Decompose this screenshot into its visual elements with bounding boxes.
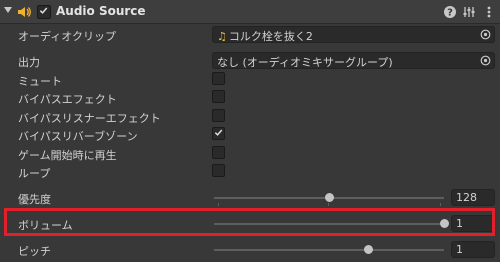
bypass-effects-checkbox[interactable] bbox=[212, 90, 225, 103]
object-picker-icon[interactable] bbox=[480, 29, 491, 40]
priority-value: 128 bbox=[456, 191, 477, 204]
output-field[interactable]: なし (オーディオミキサーグループ) bbox=[212, 52, 495, 69]
bypass-reverb-zones-label: バイパスリバーブゾーン bbox=[18, 130, 138, 143]
mute-label: ミュート bbox=[18, 75, 62, 88]
mute-checkbox[interactable] bbox=[212, 72, 225, 85]
bypass-listener-effects-label: バイパスリスナーエフェクト bbox=[18, 112, 161, 125]
pitch-slider[interactable] bbox=[214, 245, 444, 254]
checkmark-icon bbox=[214, 129, 223, 136]
play-on-awake-checkbox[interactable] bbox=[212, 146, 225, 159]
play-on-awake-label: ゲーム開始時に再生 bbox=[18, 149, 117, 162]
foldout-arrow-icon[interactable] bbox=[4, 7, 12, 13]
play-on-awake-row: ゲーム開始時に再生 bbox=[0, 145, 500, 163]
svg-text:?: ? bbox=[447, 8, 453, 19]
volume-value: 1 bbox=[456, 217, 463, 230]
bypass-reverb-zones-row: バイパスリバーブゾーン bbox=[0, 126, 500, 144]
pitch-row: ピッチ 1 bbox=[0, 241, 500, 259]
audio-clip-row: オーディオクリップ ♫ コルク栓を抜く2 bbox=[0, 26, 500, 44]
speaker-icon bbox=[18, 7, 31, 17]
priority-label: 優先度 bbox=[18, 193, 51, 206]
bypass-reverb-zones-checkbox[interactable] bbox=[212, 127, 225, 140]
bypass-effects-row: バイパスエフェクト bbox=[0, 89, 500, 107]
mute-row: ミュート bbox=[0, 71, 500, 89]
bypass-listener-effects-checkbox[interactable] bbox=[212, 109, 225, 122]
volume-slider[interactable] bbox=[214, 219, 449, 228]
music-note-icon: ♫ bbox=[217, 30, 227, 43]
volume-row: ボリューム 1 bbox=[0, 215, 500, 233]
priority-slider-thumb[interactable] bbox=[325, 193, 334, 202]
preset-icon[interactable] bbox=[462, 5, 476, 19]
priority-input[interactable]: 128 bbox=[451, 189, 495, 206]
checkmark-icon bbox=[39, 7, 48, 14]
loop-checkbox[interactable] bbox=[212, 164, 225, 177]
priority-slider[interactable] bbox=[214, 193, 444, 202]
loop-row: ループ bbox=[0, 163, 500, 181]
pitch-value: 1 bbox=[456, 243, 463, 256]
pitch-input[interactable]: 1 bbox=[451, 241, 495, 258]
volume-label: ボリューム bbox=[18, 219, 73, 232]
audio-clip-value: コルク栓を抜く2 bbox=[228, 30, 313, 43]
component-title: Audio Source bbox=[56, 4, 146, 18]
audio-clip-label: オーディオクリップ bbox=[18, 30, 117, 43]
object-picker-icon[interactable] bbox=[480, 55, 491, 66]
output-value: なし (オーディオミキサーグループ) bbox=[217, 56, 393, 69]
priority-row: 優先度 128 bbox=[0, 189, 500, 207]
menu-icon[interactable] bbox=[482, 5, 496, 19]
audio-clip-field[interactable]: ♫ コルク栓を抜く2 bbox=[212, 26, 495, 43]
pitch-slider-thumb[interactable] bbox=[364, 245, 374, 254]
output-row: 出力 なし (オーディオミキサーグループ) bbox=[0, 52, 500, 70]
bypass-listener-effects-row: バイパスリスナーエフェクト bbox=[0, 108, 500, 126]
help-icon[interactable]: ? bbox=[443, 5, 457, 19]
volume-input[interactable]: 1 bbox=[451, 215, 495, 232]
pitch-label: ピッチ bbox=[18, 245, 51, 258]
slider-tick bbox=[440, 203, 441, 206]
bypass-effects-label: バイパスエフェクト bbox=[18, 93, 117, 106]
output-label: 出力 bbox=[18, 56, 40, 69]
component-header[interactable]: Audio Source ? bbox=[0, 0, 500, 24]
slider-tick bbox=[328, 203, 329, 206]
component-enabled-checkbox[interactable] bbox=[37, 5, 51, 19]
volume-slider-thumb[interactable] bbox=[440, 219, 449, 228]
audio-source-inspector: Audio Source ? オーディオクリップ ♫ コルク栓を抜く2 出力 な… bbox=[0, 0, 500, 262]
slider-tick bbox=[218, 203, 219, 206]
loop-label: ループ bbox=[18, 167, 51, 180]
